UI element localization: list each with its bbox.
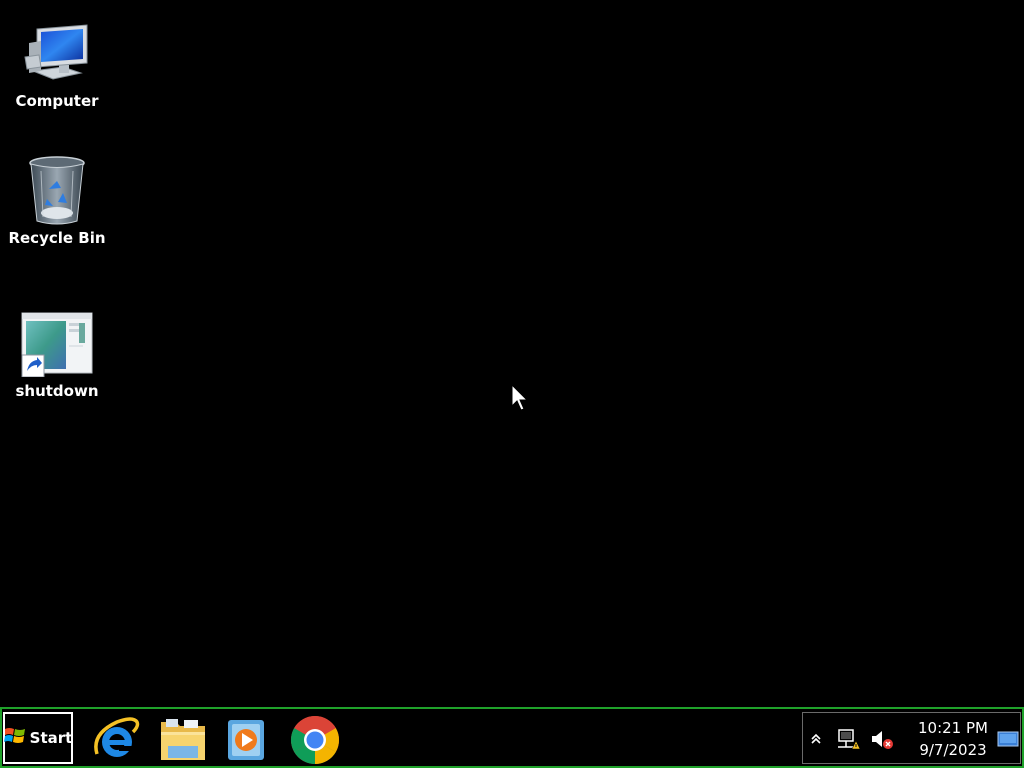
show-desktop-icon (997, 731, 1019, 747)
show-hidden-icons-button[interactable] (807, 713, 825, 765)
system-tray: 10:21 PM 9/7/2023 (802, 712, 1021, 764)
start-button[interactable]: Start (3, 712, 73, 764)
media-player-icon (228, 720, 264, 760)
computer-icon (21, 18, 93, 90)
show-desktop-button[interactable] (996, 713, 1020, 765)
taskbar-file-explorer-button[interactable] (157, 714, 209, 766)
desktop-icon-label: Computer (15, 92, 99, 110)
taskbar-media-player-button[interactable] (220, 714, 272, 766)
windows-logo-icon (3, 726, 26, 751)
taskbar-chrome-button[interactable] (289, 714, 341, 766)
desktop[interactable]: Computer Recycle Bin shutdown (0, 0, 1024, 707)
clock-date: 9/7/2023 (919, 741, 987, 759)
chevron-up-icon (811, 733, 821, 744)
desktop-icon-recycle-bin[interactable]: Recycle Bin (2, 155, 112, 247)
taskbar-ie-button[interactable] (91, 714, 143, 766)
network-warning-icon (838, 729, 860, 750)
volume-tray-button[interactable] (869, 713, 895, 765)
taskbar: Start 10:21 PM 9/7/2023 (0, 707, 1024, 768)
mouse-cursor-icon (511, 384, 529, 411)
desktop-icon-shutdown[interactable]: shutdown (2, 308, 112, 400)
chrome-icon (290, 715, 340, 765)
shortcut-icon (21, 308, 93, 380)
taskbar-border-left (0, 707, 2, 768)
start-label: Start (29, 729, 73, 747)
volume-muted-icon (872, 731, 893, 749)
internet-explorer-icon (94, 717, 140, 757)
desktop-icon-computer[interactable]: Computer (2, 18, 112, 110)
recycle-bin-icon (21, 155, 93, 227)
desktop-icon-label: Recycle Bin (8, 229, 106, 247)
desktop-icon-label: shutdown (15, 382, 99, 400)
folder-icon (161, 719, 205, 760)
network-tray-button[interactable] (835, 713, 861, 765)
clock[interactable]: 10:21 PM 9/7/2023 (908, 717, 998, 761)
clock-time: 10:21 PM (918, 719, 988, 737)
